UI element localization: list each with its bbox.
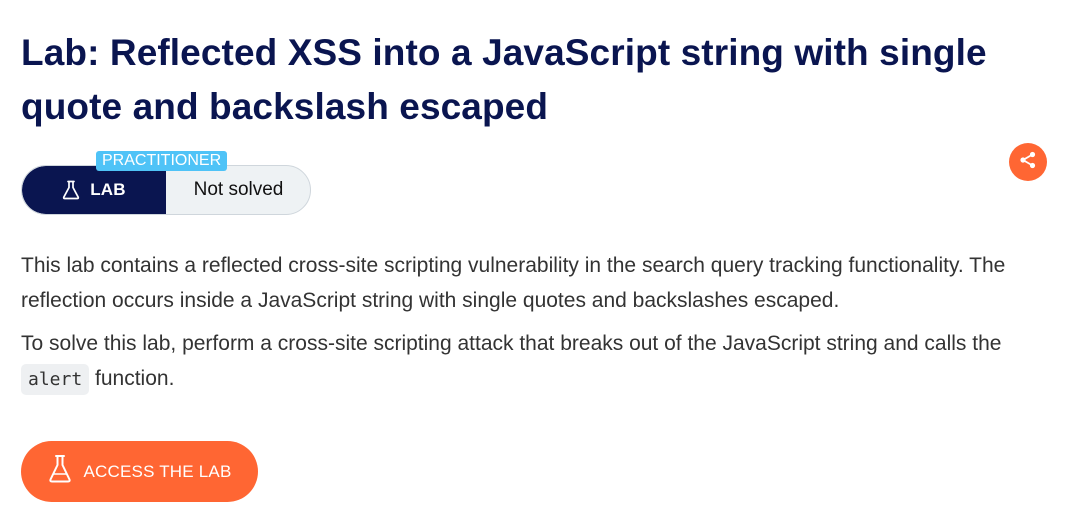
lab-badge: LAB <box>22 166 166 214</box>
lab-page: Lab: Reflected XSS into a JavaScript str… <box>0 0 1067 514</box>
share-button[interactable] <box>1009 143 1047 181</box>
description-paragraph: This lab contains a reflected cross-site… <box>21 254 1006 312</box>
page-title: Lab: Reflected XSS into a JavaScript str… <box>21 32 987 127</box>
flask-icon <box>48 454 72 489</box>
lab-description: This lab contains a reflected cross-site… <box>21 248 1051 405</box>
access-lab-label: ACCESS THE LAB <box>83 461 232 481</box>
description-paragraph: To solve this lab, perform a cross-site … <box>21 326 1051 397</box>
flask-icon <box>62 180 80 200</box>
access-lab-button[interactable]: ACCESS THE LAB <box>21 441 258 502</box>
level-tag: PRACTITIONER <box>96 151 228 171</box>
share-icon <box>1018 150 1038 175</box>
description-text: function. <box>89 367 175 390</box>
lab-status-badge: PRACTITIONER LAB Not solved <box>21 151 321 217</box>
code-snippet: alert <box>21 364 90 395</box>
solved-status: Not solved <box>193 179 284 200</box>
description-text: To solve this lab, perform a cross-site … <box>21 332 1002 355</box>
status-pill: LAB Not solved <box>21 165 311 215</box>
lab-badge-label: LAB <box>90 180 126 199</box>
